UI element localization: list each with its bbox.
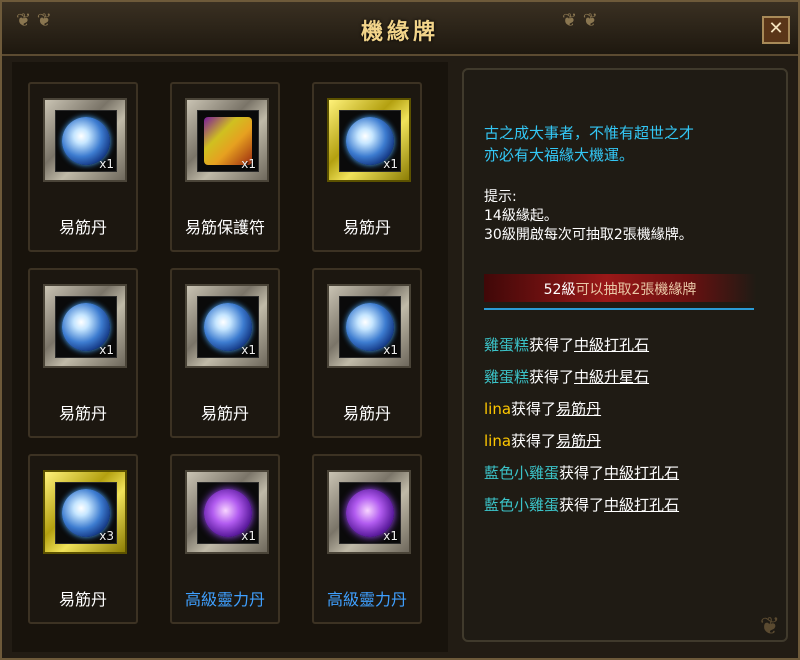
item-quantity: x1 — [383, 343, 398, 357]
hint-text: 提示: 14級緣起。 30級開啟每次可抽取2張機緣牌。 — [484, 188, 784, 245]
log-verb: 获得了 — [559, 464, 605, 482]
slogan-text: 古之成大事者，不惟有超世之才 亦必有大福緣大機運。 — [484, 122, 784, 166]
item-slot: x1 — [339, 110, 401, 172]
corner-ornament-icon: ❦ — [759, 612, 780, 640]
log-entry: lina获得了易筋丹 — [484, 430, 784, 451]
item-name: 高級靈力丹 — [184, 590, 265, 609]
item-name: 易筋丹 — [200, 404, 249, 423]
item-slot: x3 — [55, 482, 117, 544]
window-title: 機緣牌 — [360, 20, 439, 45]
log-entry: lina获得了易筋丹 — [484, 398, 784, 419]
item-link[interactable]: 中級打孔石 — [574, 336, 649, 354]
lucky-card-window: ❦ ❦ ❦ ❦ 機緣牌 ✕ x1 易筋丹 x1 易筋保護符 x1 易筋丹 x1 易筋丹 x1 易筋… — [0, 0, 800, 660]
item-link[interactable]: 易筋丹 — [556, 400, 601, 418]
item-link[interactable]: 中級打孔石 — [604, 496, 679, 514]
close-button[interactable]: ✕ — [762, 16, 790, 44]
item-frame: x1 — [43, 284, 127, 368]
item-slot: x1 — [339, 482, 401, 544]
reward-card[interactable]: x1 易筋丹 — [312, 82, 422, 252]
item-name: 易筋丹 — [58, 590, 107, 609]
reward-card[interactable]: x1 高級靈力丹 — [312, 454, 422, 624]
item-frame: x1 — [327, 284, 411, 368]
reward-card[interactable]: x3 易筋丹 — [28, 454, 138, 624]
item-frame: x1 — [327, 470, 411, 554]
player-name: 雞蛋糕 — [484, 368, 530, 386]
reward-card[interactable]: x1 易筋丹 — [170, 268, 280, 438]
item-slot: x1 — [197, 296, 259, 358]
draw-status-bar: 52級可以抽取2張機緣牌 — [484, 274, 756, 302]
player-name: 藍色小雞蛋 — [484, 464, 560, 482]
item-quantity: x3 — [99, 529, 114, 543]
slogan-line-1: 古之成大事者，不惟有超世之才 — [484, 124, 695, 142]
item-quantity: x1 — [99, 343, 114, 357]
player-name: lina — [484, 432, 512, 450]
status-level: 52級 — [543, 282, 576, 298]
log-entry: 雞蛋糕获得了中級升星石 — [484, 366, 784, 387]
draw-status-text: 52級可以抽取2張機緣牌 — [484, 279, 756, 299]
reward-card[interactable]: x1 易筋丹 — [312, 268, 422, 438]
log-verb: 获得了 — [529, 336, 575, 354]
item-name: 易筋丹 — [342, 218, 391, 237]
player-name: 藍色小雞蛋 — [484, 496, 560, 514]
item-name: 易筋保護符 — [184, 218, 265, 237]
item-quantity: x1 — [241, 343, 256, 357]
reward-card[interactable]: x1 易筋保護符 — [170, 82, 280, 252]
item-frame: x3 — [43, 470, 127, 554]
log-entry: 藍色小雞蛋获得了中級打孔石 — [484, 494, 784, 515]
item-name: 高級靈力丹 — [326, 590, 407, 609]
item-name: 易筋丹 — [342, 404, 391, 423]
item-quantity: x1 — [99, 157, 114, 171]
player-name: 雞蛋糕 — [484, 336, 530, 354]
slogan-line-2: 亦必有大福緣大機運。 — [484, 146, 635, 164]
status-divider — [484, 308, 754, 310]
reward-card[interactable]: x1 易筋丹 — [28, 268, 138, 438]
hint-line-2: 30級開啟每次可抽取2張機緣牌。 — [484, 227, 693, 243]
item-slot: x1 — [197, 482, 259, 544]
item-quantity: x1 — [241, 529, 256, 543]
reward-card[interactable]: x1 高級靈力丹 — [170, 454, 280, 624]
item-link[interactable]: 中級升星石 — [574, 368, 649, 386]
title-bar[interactable]: ❦ ❦ ❦ ❦ 機緣牌 ✕ — [2, 2, 798, 56]
item-slot: x1 — [197, 110, 259, 172]
hint-line-1: 14級緣起。 — [484, 208, 558, 224]
reward-card[interactable]: x1 易筋丹 — [28, 82, 138, 252]
item-slot: x1 — [55, 110, 117, 172]
item-frame: x1 — [327, 98, 411, 182]
item-frame: x1 — [185, 470, 269, 554]
item-quantity: x1 — [383, 157, 398, 171]
item-quantity: x1 — [241, 157, 256, 171]
log-verb: 获得了 — [559, 496, 605, 514]
item-quantity: x1 — [383, 529, 398, 543]
info-panel: 古之成大事者，不惟有超世之才 亦必有大福緣大機運。 提示: 14級緣起。 30級… — [462, 68, 788, 642]
hint-title: 提示: — [484, 189, 517, 205]
item-frame: x1 — [43, 98, 127, 182]
item-slot: x1 — [339, 296, 401, 358]
status-message: 可以抽取2張機緣牌 — [575, 282, 697, 298]
log-verb: 获得了 — [511, 432, 557, 450]
log-verb: 获得了 — [529, 368, 575, 386]
item-frame: x1 — [185, 98, 269, 182]
item-slot: x1 — [55, 296, 117, 358]
item-name: 易筋丹 — [58, 404, 107, 423]
item-link[interactable]: 易筋丹 — [556, 432, 601, 450]
log-verb: 获得了 — [511, 400, 557, 418]
item-frame: x1 — [185, 284, 269, 368]
log-entry: 藍色小雞蛋获得了中級打孔石 — [484, 462, 784, 483]
log-entry: 雞蛋糕获得了中級打孔石 — [484, 334, 784, 355]
player-name: lina — [484, 400, 512, 418]
card-grid: x1 易筋丹 x1 易筋保護符 x1 易筋丹 x1 易筋丹 x1 易筋丹 x1 易筋丹 x3 易筋丹 x1 高… — [12, 62, 448, 652]
item-link[interactable]: 中級打孔石 — [604, 464, 679, 482]
item-name: 易筋丹 — [58, 218, 107, 237]
